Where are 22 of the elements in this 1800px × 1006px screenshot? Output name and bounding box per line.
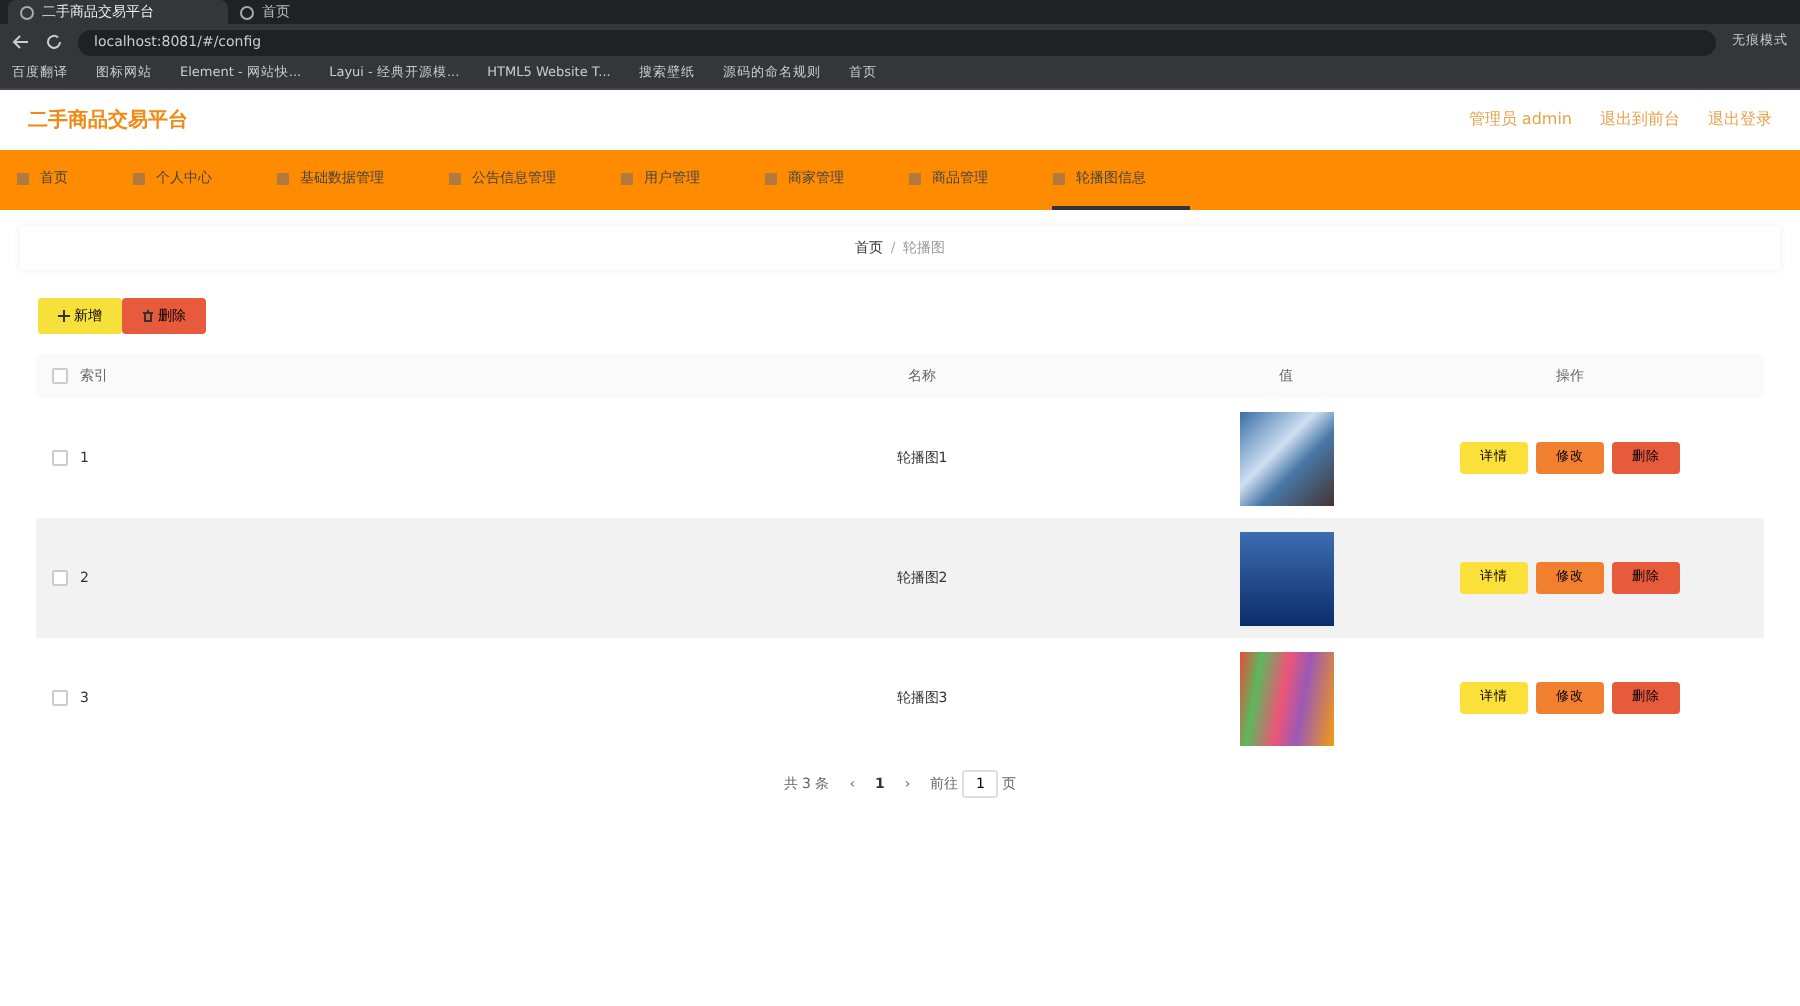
back-icon [12,34,30,50]
select-all-checkbox[interactable] [52,368,68,384]
menu-item-icon [448,171,462,185]
photo-placeholder [1239,411,1333,505]
menu-item-icon [132,171,146,185]
menu-item-icon [764,171,778,185]
trash-icon [142,310,154,322]
reload-icon [46,34,62,50]
photo-placeholder [1239,531,1333,625]
menu-item-icon [908,171,922,185]
row-checkbox[interactable] [52,690,68,706]
globe-icon [240,5,254,19]
menu-item-icon [16,171,30,185]
site-title: 二手商品交易平台 [28,106,188,135]
menu-item-icon [276,171,290,185]
menu-item-icon [620,171,634,185]
menu-item-icon [1052,171,1066,185]
plus-icon [58,310,70,322]
globe-icon [20,5,34,19]
photo-placeholder [1239,651,1333,745]
row-checkbox[interactable] [52,570,68,586]
row-checkbox[interactable] [52,450,68,466]
